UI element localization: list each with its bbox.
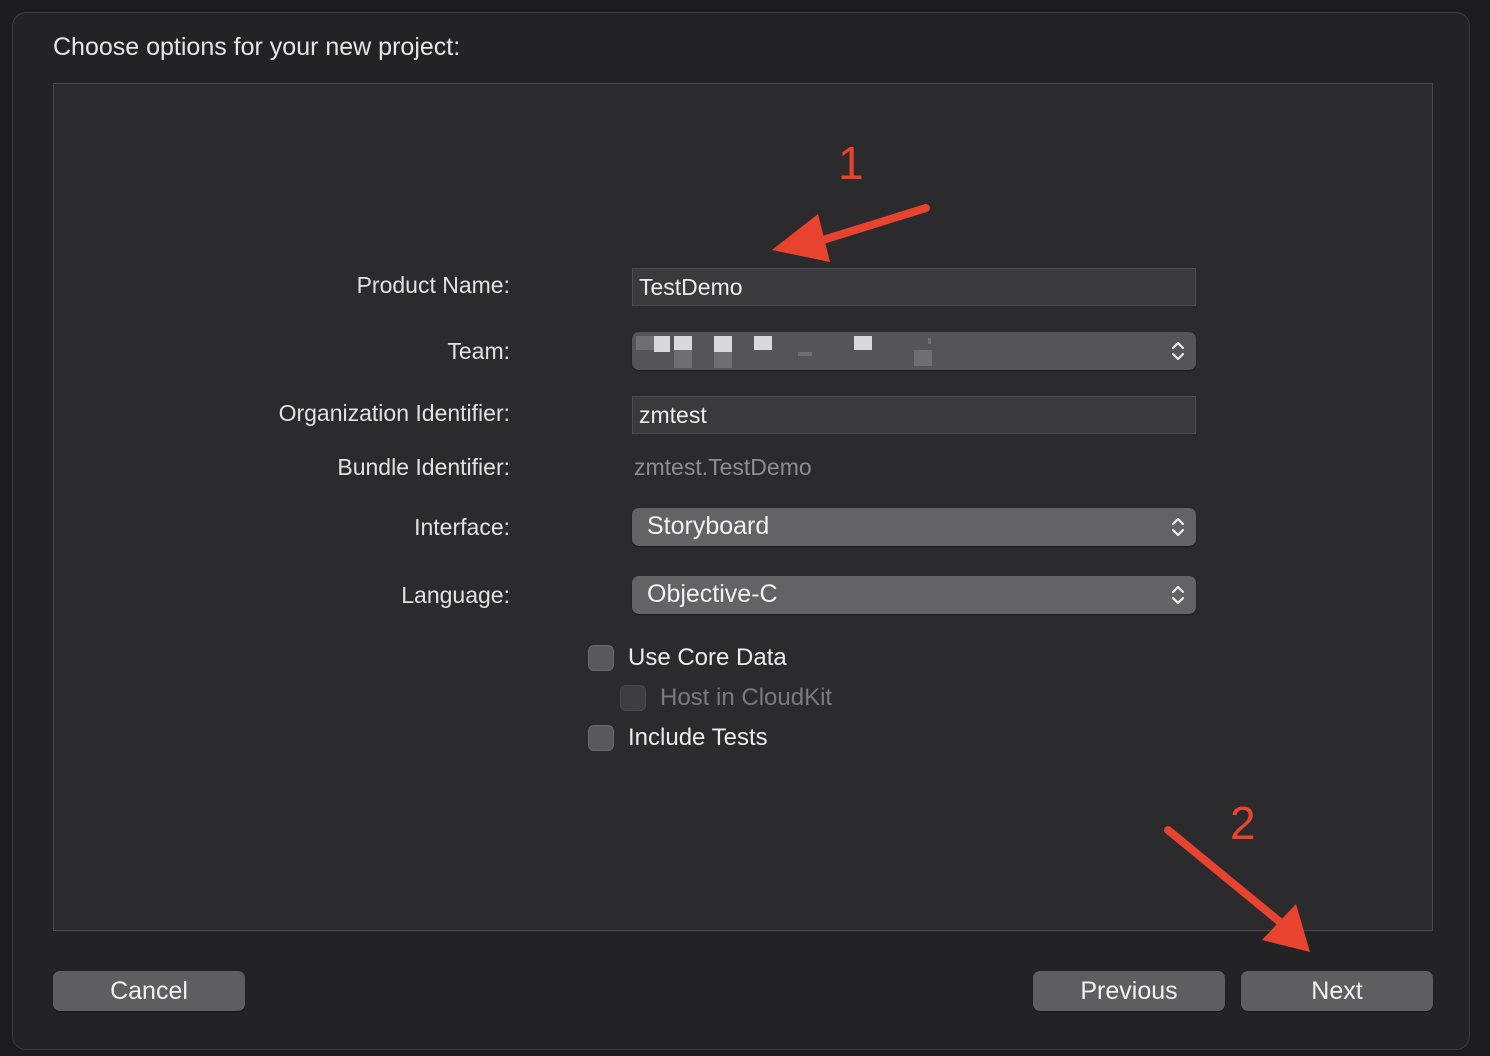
annotation-arrow-2-icon: [1164, 826, 1310, 952]
annotation-arrows: [772, 204, 1310, 952]
annotation-arrow-1-icon: [772, 204, 930, 262]
